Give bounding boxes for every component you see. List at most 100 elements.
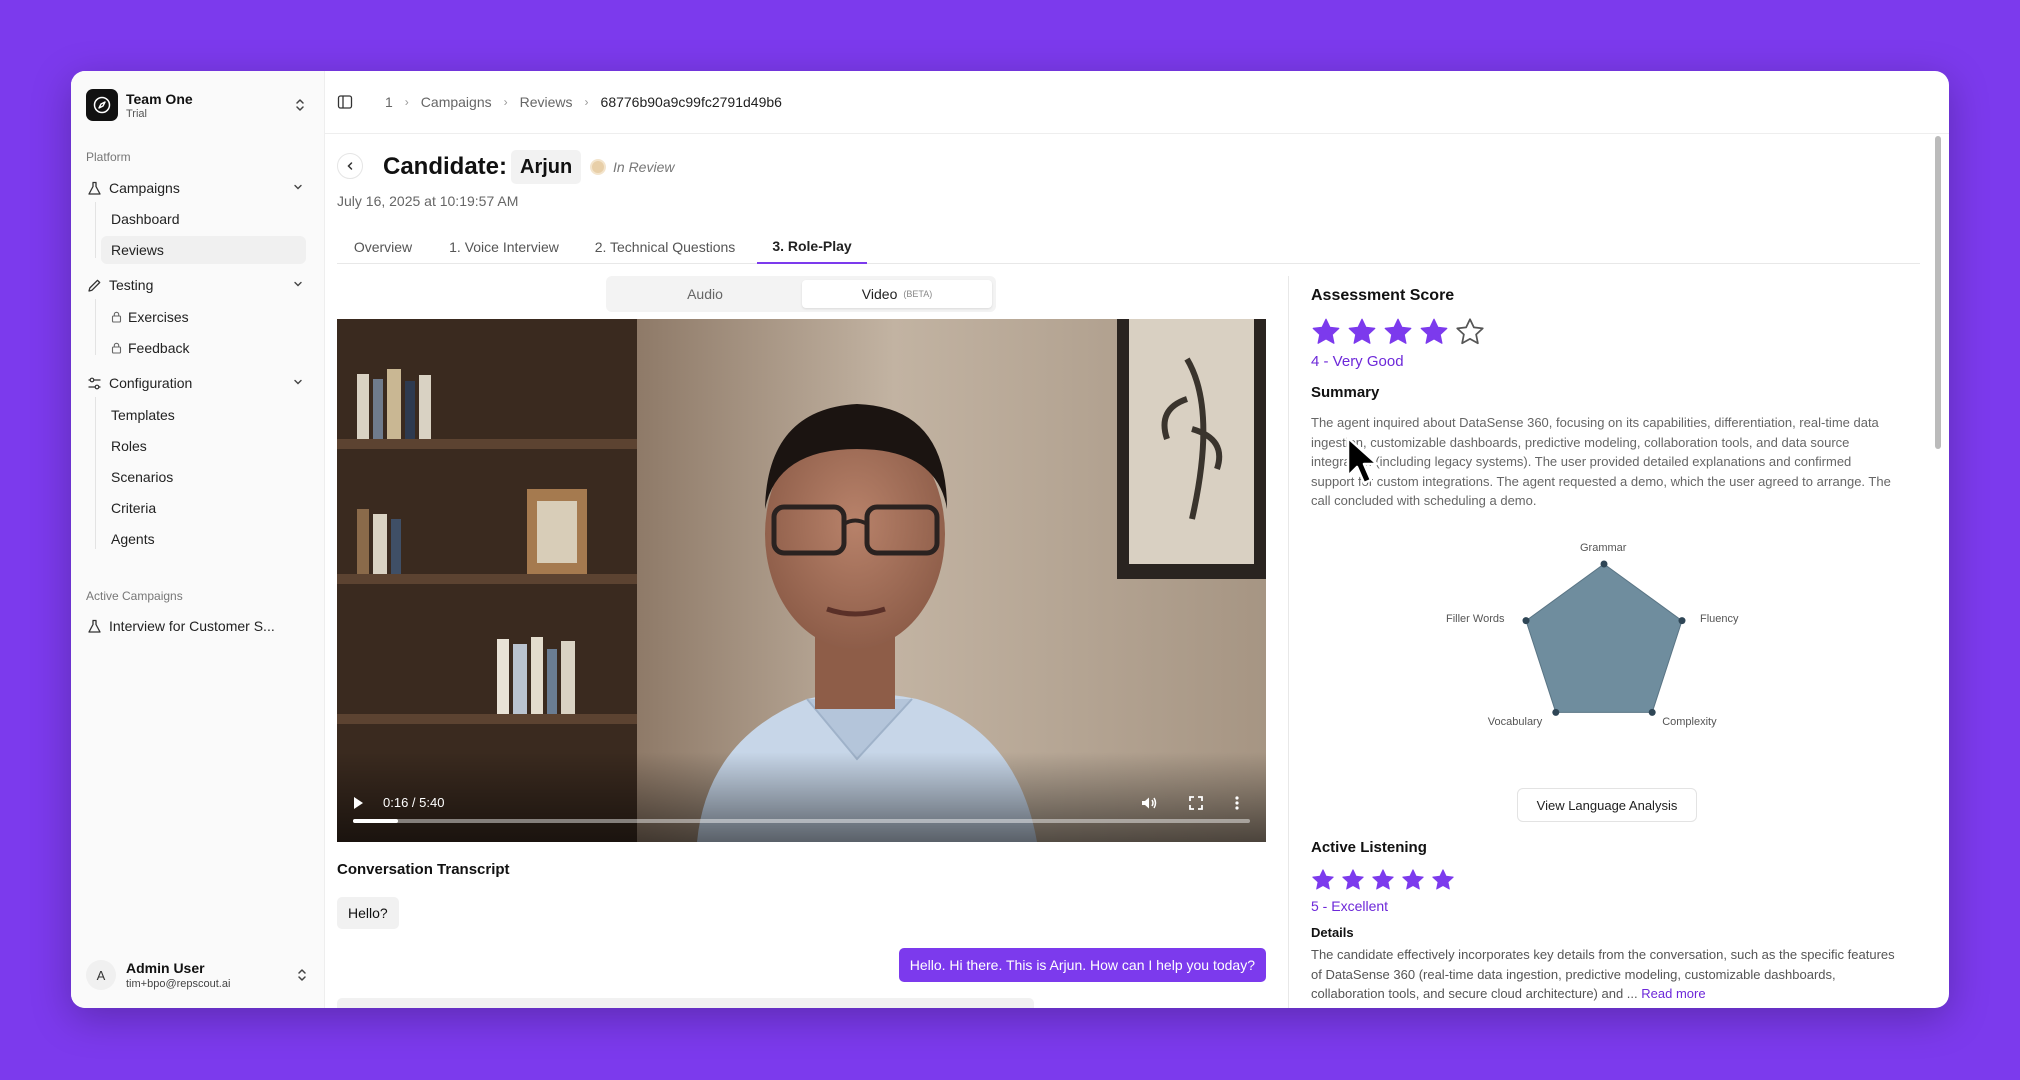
star-filled-icon [1312, 869, 1334, 890]
chevron-right-icon: › [584, 95, 589, 109]
sidebar-toggle-icon[interactable] [337, 94, 353, 110]
nav-tree-line [95, 397, 96, 549]
radar-point [1552, 708, 1560, 716]
lock-icon [111, 342, 122, 354]
video-progress-fill [353, 819, 398, 823]
video-player[interactable]: 0:16 / 5:40 [337, 319, 1266, 842]
pencil-icon [86, 277, 102, 293]
volume-icon[interactable] [1140, 794, 1158, 817]
nav-active-campaign[interactable]: Interview for Customer S... [86, 613, 308, 639]
video-time: 0:16 / 5:40 [383, 795, 445, 810]
view-language-analysis-button[interactable]: View Language Analysis [1517, 788, 1697, 822]
radar-axis-label: Filler Words [1446, 612, 1505, 625]
radar-svg [1522, 560, 1686, 716]
nav-reviews[interactable]: Reviews [111, 238, 164, 262]
star-empty-icon [1456, 318, 1484, 345]
nav-feedback[interactable]: Feedback [111, 336, 189, 360]
more-options-icon[interactable] [1234, 795, 1240, 816]
fullscreen-icon[interactable] [1188, 795, 1204, 816]
tab-role-play[interactable]: 3. Role-Play [757, 230, 867, 264]
chevron-down-icon [292, 277, 304, 293]
star-filled-icon [1402, 869, 1424, 890]
tab-technical-questions[interactable]: 2. Technical Questions [577, 230, 753, 264]
scrollbar-thumb[interactable] [1935, 136, 1941, 449]
nav-templates[interactable]: Templates [111, 403, 175, 427]
nav-criteria[interactable]: Criteria [111, 496, 156, 520]
panel-divider [1288, 276, 1289, 1008]
nav-configuration[interactable]: Configuration [86, 370, 308, 396]
chevron-left-icon [347, 162, 353, 170]
lock-icon [111, 311, 122, 323]
video-controls-overlay [337, 752, 1266, 842]
nav-scenarios[interactable]: Scenarios [111, 465, 173, 489]
nav-feedback-label: Feedback [128, 340, 190, 356]
active-campaign-label: Interview for Customer S... [109, 618, 275, 634]
nav-roles[interactable]: Roles [111, 434, 147, 458]
breadcrumb-item[interactable]: Campaigns [421, 94, 492, 110]
chevrons-up-down-icon [296, 967, 308, 983]
star-filled-icon [1384, 318, 1412, 344]
active-listening-score-label: 5 - Excellent [1311, 898, 1389, 914]
breadcrumb-item[interactable]: Reviews [520, 94, 573, 110]
mouse-cursor-icon [1346, 436, 1382, 491]
video-progress-bar[interactable] [353, 819, 1250, 823]
platform-label: Platform [86, 150, 131, 164]
user-email: tim+bpo@repscout.ai [126, 978, 231, 990]
transcript-message-user: Hello? [337, 897, 399, 929]
star-filled-icon [1420, 318, 1448, 344]
video-toggle-label: Video [861, 286, 898, 302]
back-button[interactable] [337, 153, 363, 179]
star-filled-icon [1372, 869, 1394, 890]
summary-title: Summary [1311, 384, 1380, 401]
nav-testing[interactable]: Testing [86, 272, 308, 298]
radar-axis-label: Fluency [1699, 612, 1739, 625]
candidate-name: Arjun [511, 150, 582, 184]
nav-campaigns[interactable]: Campaigns [86, 175, 308, 201]
sliders-icon [86, 375, 102, 391]
play-icon[interactable] [351, 795, 365, 816]
radar-axis-label: Grammar [1580, 542, 1627, 554]
flask-icon [86, 618, 102, 634]
active-listening-stars [1311, 868, 1461, 892]
tab-overview[interactable]: Overview [337, 230, 429, 264]
active-campaigns-label: Active Campaigns [86, 589, 183, 603]
read-more-link[interactable]: Read more [1641, 986, 1705, 1001]
review-date: July 16, 2025 at 10:19:57 AM [337, 193, 519, 209]
team-switcher[interactable]: Team One Trial [86, 85, 306, 125]
nav-agents[interactable]: Agents [111, 527, 155, 551]
star-filled-icon [1432, 869, 1454, 890]
media-toggle: Audio Video (BETA) [606, 276, 996, 312]
transcript-title: Conversation Transcript [337, 861, 510, 878]
scrollbar[interactable] [1933, 134, 1943, 1008]
radar-axis-label: Complexity [1662, 716, 1717, 729]
status-dot [590, 159, 606, 175]
breadcrumb-item[interactable]: 1 [385, 94, 393, 110]
audio-toggle[interactable]: Audio [610, 280, 800, 308]
radar-point [1600, 560, 1608, 568]
star-filled-icon [1342, 869, 1364, 890]
radar-area [1525, 563, 1683, 713]
chevron-right-icon: › [404, 95, 409, 109]
chevron-down-icon [292, 375, 304, 391]
breadcrumb: 1 › Campaigns › Reviews › 68776b90a9c99f… [385, 94, 782, 110]
nav-tree-line [95, 299, 96, 355]
video-toggle[interactable]: Video (BETA) [802, 280, 992, 308]
active-listening-title: Active Listening [1311, 839, 1427, 856]
nav-dashboard[interactable]: Dashboard [111, 207, 180, 231]
breadcrumb-current: 68776b90a9c99fc2791d49b6 [600, 94, 782, 110]
beta-badge: (BETA) [903, 289, 933, 299]
details-text: The candidate effectively incorporates k… [1311, 945, 1901, 1004]
candidate-label: Candidate: [383, 153, 508, 180]
nav-testing-label: Testing [109, 277, 154, 293]
chevron-down-icon [292, 180, 304, 196]
app-window: Team One Trial Platform Campaigns Dashbo… [71, 71, 1949, 1008]
star-filled-icon [1312, 318, 1340, 344]
team-name: Team One [126, 90, 193, 107]
nav-configuration-label: Configuration [109, 375, 193, 391]
nav-exercises[interactable]: Exercises [111, 305, 189, 329]
flask-icon [86, 180, 102, 196]
tab-voice-interview[interactable]: 1. Voice Interview [431, 230, 577, 264]
team-plan: Trial [126, 107, 147, 120]
user-menu[interactable]: A Admin User tim+bpo@repscout.ai [86, 955, 308, 995]
radar-point [1648, 708, 1656, 716]
